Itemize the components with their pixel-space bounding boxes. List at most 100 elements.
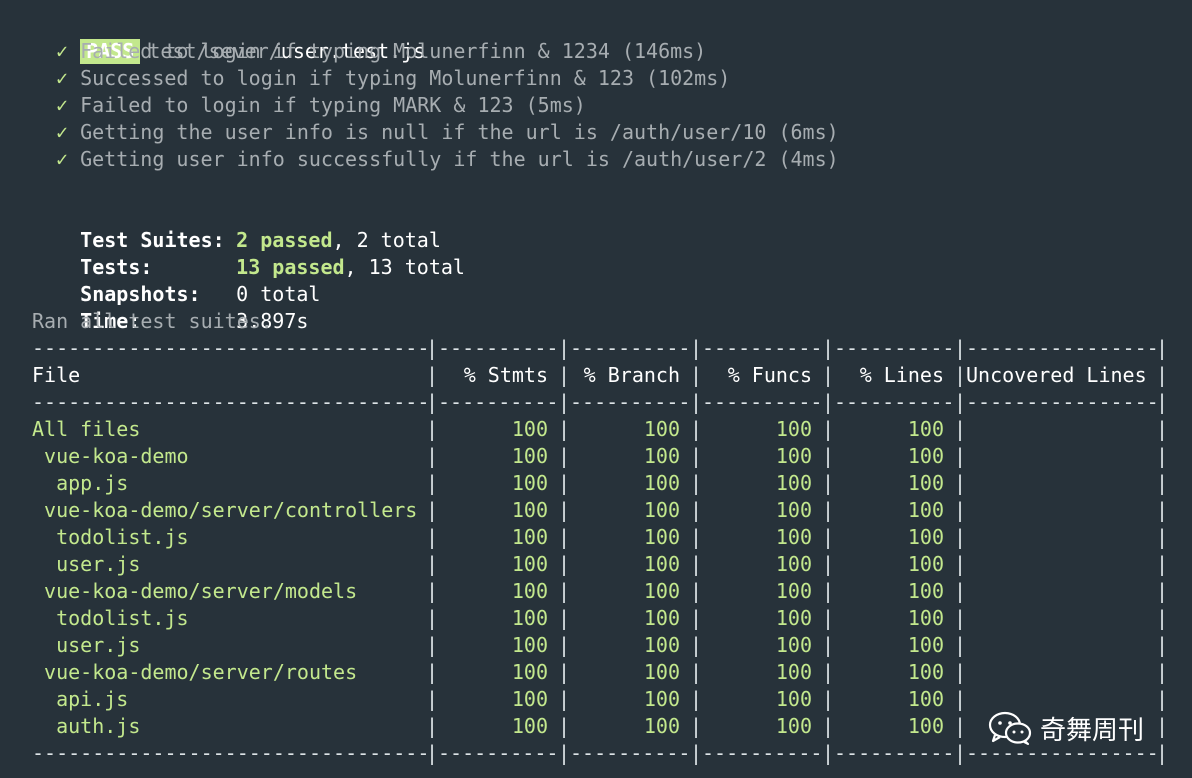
summary-tests: Tests: 13 passed, 13 total bbox=[32, 227, 465, 279]
column-divider: | bbox=[558, 741, 571, 765]
column-divider: | bbox=[822, 363, 835, 387]
column-divider: | bbox=[426, 633, 439, 657]
test-result-text: Failed to login if typing Molunerfinn & … bbox=[80, 39, 707, 63]
column-divider: | bbox=[1156, 336, 1169, 360]
coverage-funcs-value: 100 bbox=[775, 471, 812, 495]
test-result-text: Getting user info successfully if the ur… bbox=[80, 147, 839, 171]
coverage-file-name: vue-koa-demo/server/routes bbox=[32, 660, 358, 684]
watermark: 奇舞周刊 bbox=[988, 708, 1144, 748]
coverage-funcs-value: 100 bbox=[775, 444, 812, 468]
column-divider: | bbox=[426, 390, 439, 414]
column-header-lines: % Lines bbox=[859, 363, 944, 387]
table-separator: ----------------------------------------… bbox=[570, 741, 690, 765]
column-divider: | bbox=[954, 498, 967, 522]
table-separator: ----------------------------------------… bbox=[32, 741, 426, 765]
column-divider: | bbox=[822, 471, 835, 495]
table-separator: ----------------------------------------… bbox=[438, 741, 558, 765]
column-divider: | bbox=[1156, 471, 1169, 495]
table-separator: ----------------------------------------… bbox=[32, 336, 426, 360]
coverage-branch-value: 100 bbox=[643, 444, 680, 468]
column-divider: | bbox=[426, 606, 439, 630]
table-separator: ----------------------------------------… bbox=[834, 741, 954, 765]
table-separator: ----------------------------------------… bbox=[570, 390, 690, 414]
column-divider: | bbox=[690, 633, 703, 657]
column-divider: | bbox=[558, 714, 571, 738]
summary-time: Time: 3.897s bbox=[32, 281, 308, 333]
column-divider: | bbox=[1156, 417, 1169, 441]
tests-total: , 13 total bbox=[344, 255, 465, 279]
coverage-stmts-value: 100 bbox=[511, 579, 548, 603]
column-divider: | bbox=[558, 552, 571, 576]
test-result-item: ✓ Failed to login if typing Molunerfinn … bbox=[56, 38, 706, 65]
column-divider: | bbox=[954, 741, 967, 765]
column-divider: | bbox=[1156, 552, 1169, 576]
check-icon: ✓ bbox=[56, 66, 69, 90]
coverage-stmts-value: 100 bbox=[511, 714, 548, 738]
column-divider: | bbox=[822, 552, 835, 576]
coverage-file-name: All files bbox=[32, 417, 141, 441]
column-divider: | bbox=[954, 417, 967, 441]
coverage-funcs-value: 100 bbox=[775, 525, 812, 549]
column-divider: | bbox=[1156, 741, 1169, 765]
column-divider: | bbox=[822, 390, 835, 414]
column-divider: | bbox=[426, 741, 439, 765]
column-header-funcs: % Funcs bbox=[727, 363, 812, 387]
wechat-icon bbox=[988, 711, 1032, 745]
column-divider: | bbox=[558, 363, 571, 387]
column-divider: | bbox=[426, 525, 439, 549]
table-separator: ----------------------------------------… bbox=[438, 390, 558, 414]
column-divider: | bbox=[954, 552, 967, 576]
coverage-lines-value: 100 bbox=[907, 714, 944, 738]
column-divider: | bbox=[690, 363, 703, 387]
coverage-lines-value: 100 bbox=[907, 579, 944, 603]
column-divider: | bbox=[954, 714, 967, 738]
table-separator: ----------------------------------------… bbox=[32, 390, 426, 414]
column-divider: | bbox=[822, 579, 835, 603]
coverage-uncovered-value bbox=[966, 497, 1156, 524]
column-divider: | bbox=[426, 660, 439, 684]
test-result-text: Successed to login if typing Molunerfinn… bbox=[80, 66, 731, 90]
coverage-branch-value: 100 bbox=[643, 633, 680, 657]
column-divider: | bbox=[1156, 687, 1169, 711]
column-divider: | bbox=[426, 579, 439, 603]
test-result-item: ✓ Getting user info successfully if the … bbox=[56, 146, 839, 173]
column-divider: | bbox=[954, 471, 967, 495]
check-icon: ✓ bbox=[56, 147, 69, 171]
coverage-stmts-value: 100 bbox=[511, 525, 548, 549]
column-divider: | bbox=[954, 579, 967, 603]
coverage-lines-value: 100 bbox=[907, 498, 944, 522]
column-divider: | bbox=[690, 336, 703, 360]
coverage-file-name: auth.js bbox=[32, 714, 141, 738]
coverage-funcs-value: 100 bbox=[775, 417, 812, 441]
column-divider: | bbox=[690, 606, 703, 630]
watermark-text: 奇舞周刊 bbox=[1040, 715, 1145, 746]
column-divider: | bbox=[558, 633, 571, 657]
coverage-funcs-value: 100 bbox=[775, 660, 812, 684]
coverage-file-name: api.js bbox=[32, 687, 129, 711]
coverage-uncovered-value bbox=[966, 470, 1156, 497]
column-divider: | bbox=[954, 633, 967, 657]
test-file-header: PASS test/sever/user.test.js bbox=[32, 11, 425, 64]
summary-suites: Test Suites: 2 passed, 2 total bbox=[32, 200, 441, 252]
coverage-funcs-value: 100 bbox=[775, 606, 812, 630]
coverage-file-name: user.js bbox=[32, 633, 141, 657]
coverage-funcs-value: 100 bbox=[775, 687, 812, 711]
coverage-file-name: user.js bbox=[32, 552, 141, 576]
column-divider: | bbox=[1156, 444, 1169, 468]
column-divider: | bbox=[690, 660, 703, 684]
coverage-funcs-value: 100 bbox=[775, 633, 812, 657]
column-header-stmts: % Stmts bbox=[463, 363, 548, 387]
check-icon: ✓ bbox=[56, 120, 69, 144]
column-divider: | bbox=[426, 363, 439, 387]
column-divider: | bbox=[558, 687, 571, 711]
column-divider: | bbox=[558, 498, 571, 522]
column-divider: | bbox=[426, 687, 439, 711]
column-divider: | bbox=[954, 363, 967, 387]
coverage-file-name: todolist.js bbox=[32, 525, 189, 549]
column-divider: | bbox=[558, 606, 571, 630]
coverage-lines-value: 100 bbox=[907, 444, 944, 468]
coverage-stmts-value: 100 bbox=[511, 471, 548, 495]
coverage-branch-value: 100 bbox=[643, 417, 680, 441]
coverage-branch-value: 100 bbox=[643, 498, 680, 522]
column-divider: | bbox=[690, 444, 703, 468]
